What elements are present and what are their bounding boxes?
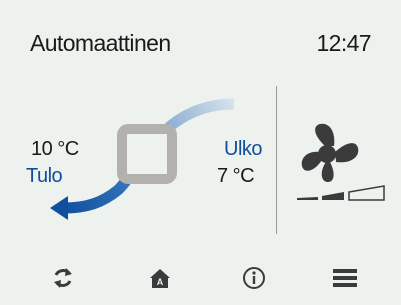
- supply-temp: 10 °C: [31, 138, 79, 160]
- flow-arrow-head: [50, 196, 68, 220]
- nav-menu-button[interactable]: [323, 258, 367, 298]
- outdoor-temp: 7 °C: [217, 165, 255, 187]
- home-icon: A: [150, 269, 170, 288]
- nav-info-button[interactable]: [232, 258, 276, 298]
- nav-refresh-button[interactable]: [41, 258, 85, 298]
- fan-icon: [301, 123, 359, 182]
- nav-home-button[interactable]: A: [138, 258, 182, 298]
- heat-exchanger-icon: [117, 124, 177, 184]
- supply-label: Tulo: [26, 165, 63, 187]
- fan-speed-bars-icon: [297, 185, 385, 201]
- divider: [276, 86, 277, 234]
- refresh-icon: [54, 268, 72, 288]
- bottom-nav: A: [0, 258, 401, 298]
- svg-text:A: A: [157, 277, 164, 287]
- info-icon: [243, 267, 265, 289]
- outdoor-label: Ulko: [224, 138, 263, 160]
- ventilation-screen: Automaattinen 12:47 10 °C Tulo Ulko 7 °C: [0, 0, 401, 305]
- fan-control[interactable]: [292, 112, 392, 212]
- menu-icon: [333, 269, 357, 287]
